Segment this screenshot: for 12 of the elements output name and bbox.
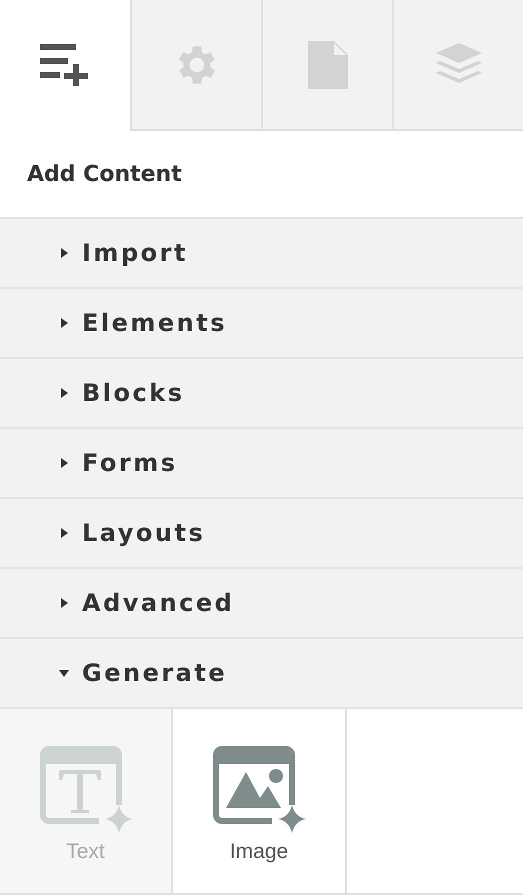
section-header[interactable]: Blocks <box>0 359 523 429</box>
section-header[interactable]: Advanced <box>0 569 523 639</box>
panel-heading: Add Content <box>27 162 182 186</box>
tile-label: Image <box>230 840 288 864</box>
add-list-icon <box>40 44 90 86</box>
section-header[interactable]: Elements <box>0 289 523 359</box>
tile-label: Text <box>66 840 105 864</box>
section-header[interactable]: Layouts <box>0 499 523 569</box>
section-header[interactable]: Import <box>0 219 523 289</box>
document-icon <box>308 40 348 88</box>
section-header[interactable]: Generate <box>0 639 523 709</box>
section-header[interactable]: Forms <box>0 429 523 499</box>
